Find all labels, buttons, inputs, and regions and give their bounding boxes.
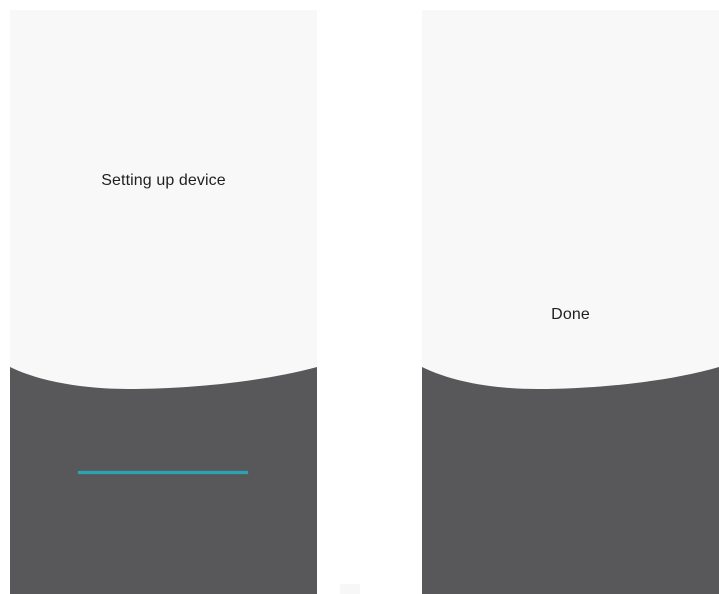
setup-progress-bar xyxy=(78,468,248,478)
setting-up-screen: Setting up device xyxy=(10,10,317,594)
done-label: Done xyxy=(551,306,590,323)
bottom-dark-panel xyxy=(422,367,719,594)
bottom-dark-panel xyxy=(10,367,317,594)
done-screen: Done xyxy=(422,10,719,594)
setting-up-label: Setting up device xyxy=(101,172,226,189)
curve-divider xyxy=(422,367,719,427)
curve-divider xyxy=(10,367,317,427)
bottom-mark xyxy=(340,584,360,594)
screenshot-canvas: Setting up device Done xyxy=(0,0,719,594)
progress-fill xyxy=(78,471,248,474)
